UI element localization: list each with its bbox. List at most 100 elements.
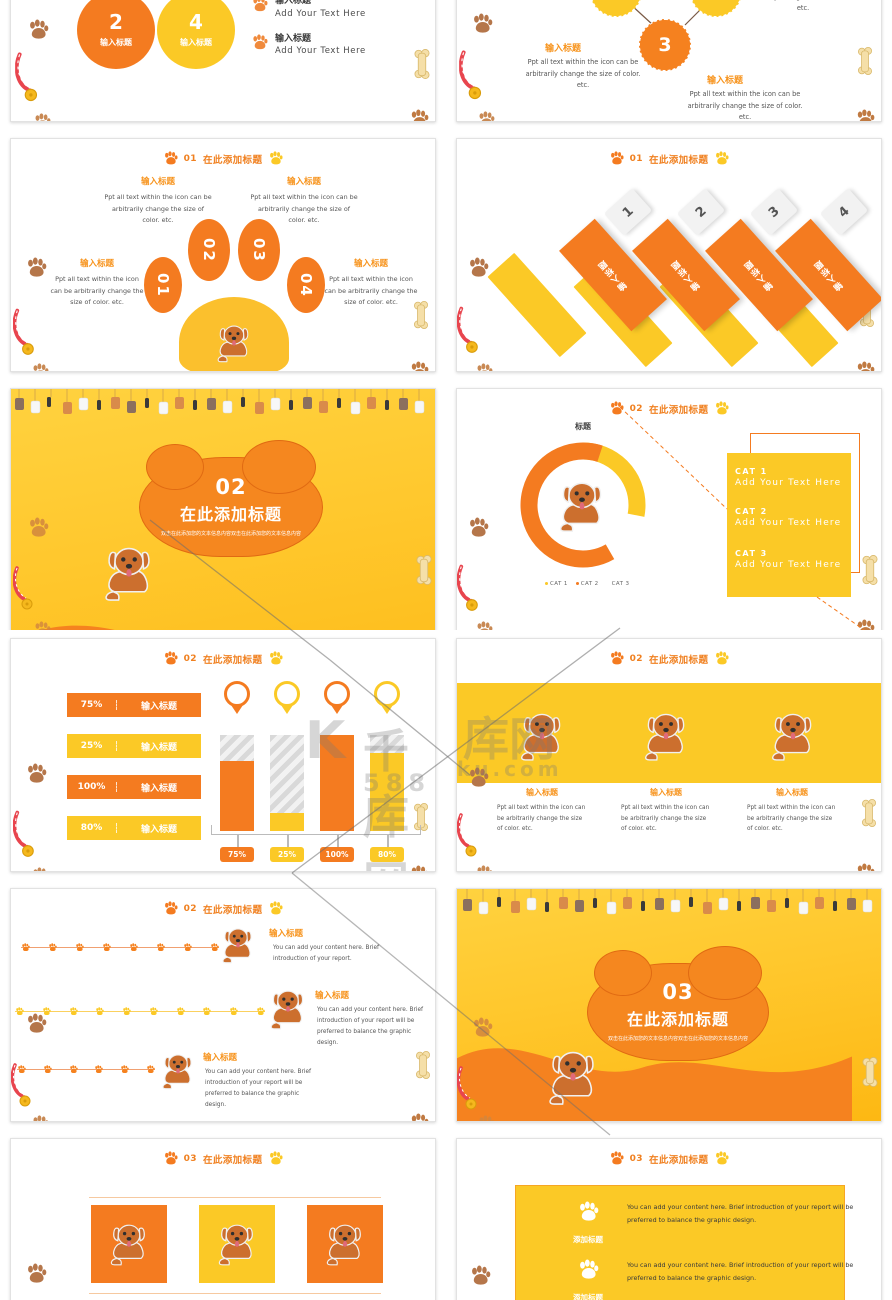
marker-pin[interactable] — [274, 681, 300, 715]
stat-percent: 100% — [67, 782, 117, 792]
timeline-paw-row — [21, 937, 219, 946]
axis-tick — [337, 835, 339, 847]
timeline-paw-row — [17, 1059, 155, 1068]
thumbnail-cell-8[interactable]: 02 在此添加标题 .dg{fill:#8B6F5E;stroke:#f5f5f… — [446, 630, 892, 880]
card-item[interactable]: 添加标题 You can add your content here. Brie… — [565, 1259, 857, 1300]
bar-column[interactable] — [320, 735, 354, 831]
brown-dog-icon: .dg{fill:#CC6F2E;stroke:#f0f0f0;stroke-w… — [325, 1219, 365, 1269]
stat-circle[interactable]: 2 输入标题 — [77, 0, 155, 69]
bar-column[interactable] — [370, 735, 404, 831]
thumbnail-cell-10[interactable]: 03 在此添加标题 双击在此添加您的文本信息内容双击在此添加您的文本信息内容 .… — [446, 880, 892, 1130]
step-number-badge: 1 — [603, 188, 653, 236]
paw-label: 输入标题 Ppt all text within the icon can be… — [323, 257, 419, 309]
item-caption: 添加标题 — [573, 1235, 603, 1244]
timeline-body: You can add your content here. Brief int… — [273, 945, 380, 962]
thumbnail-cell-3[interactable]: 01 在此添加标题 01 02 03 04 输入标题 Ppt all text … — [0, 130, 446, 380]
header-title: 在此添加标题 — [202, 654, 263, 666]
thumbnail-cell-12[interactable]: 03 在此添加标题 添加标题 You can add your content … — [446, 1130, 892, 1300]
thumbnail-cell-11[interactable]: 03 在此添加标题 .dg{fill:#FCFCFC;stroke:#e2e2e… — [0, 1130, 446, 1300]
item-icon-group: 添加标题 — [565, 1259, 611, 1300]
paw-icon — [163, 151, 178, 166]
step-number-badge: 4 — [819, 188, 869, 236]
section-subtitle: 双击在此添加您的文本信息内容双击在此添加您的文本信息内容 — [161, 531, 302, 538]
slide-yellow-cards[interactable]: 03 在此添加标题 添加标题 You can add your content … — [456, 1138, 882, 1300]
slide-tilted-cards[interactable]: 01 在此添加标题 输入标题 1 输入标题 2 输入标题 3 输入标题 4 — [456, 138, 882, 372]
paw-label: 输入标题 Ppt all text within the icon can be… — [249, 175, 359, 227]
list-item[interactable]: 输入标题 Add Your Text Here — [251, 0, 366, 19]
label-title: 输入标题 — [79, 259, 114, 269]
collar-icon — [457, 1065, 491, 1119]
stat-row[interactable]: 25% 输入标题 — [67, 734, 201, 758]
bar-value-label: 25% — [270, 847, 304, 862]
tilted-card-group: 输入标题 1 输入标题 2 输入标题 3 输入标题 4 — [457, 139, 881, 371]
paw-icon — [268, 151, 283, 166]
axis-tick — [387, 835, 389, 847]
marker-pin[interactable] — [324, 681, 350, 715]
step-label: 输入标题 — [669, 257, 703, 293]
stat-row[interactable]: 75% 输入标题 — [67, 693, 201, 717]
thumbnail-cell-6[interactable]: 02 在此添加标题 标题 .dg{fill:#CC6F2E;stroke:#ef… — [446, 380, 892, 630]
image-tile[interactable]: .dg{fill:#CC6F2E;stroke:#f0f0f0;stroke-w… — [307, 1205, 383, 1283]
slide-section-02[interactable]: 02 在此添加标题 双击在此添加您的文本信息内容双击在此添加您的文本信息内容 .… — [10, 388, 436, 630]
slide-header: 03 在此添加标题 — [457, 1151, 881, 1166]
header-title: 在此添加标题 — [648, 1154, 709, 1166]
bar-column[interactable] — [220, 735, 254, 831]
thumbnail-cell-7[interactable]: 02 在此添加标题 75% 输入标题 25% 输入标题 100% 输入标题 80… — [0, 630, 446, 880]
marker-pin[interactable] — [224, 681, 250, 715]
stat-row[interactable]: 80% 输入标题 — [67, 816, 201, 840]
slide-donut-chart[interactable]: 02 在此添加标题 标题 .dg{fill:#CC6F2E;stroke:#ef… — [456, 388, 882, 630]
paw-icon — [31, 1115, 49, 1122]
marker-pin[interactable] — [374, 681, 400, 715]
bar-column[interactable] — [270, 735, 304, 831]
divider — [89, 1293, 381, 1294]
paw-toe[interactable]: 01 — [144, 257, 182, 313]
stat-circle[interactable]: 4 输入标题 — [157, 0, 235, 69]
card-item[interactable]: 添加标题 You can add your content here. Brie… — [565, 1201, 857, 1246]
stat-label: 输入标题 — [100, 38, 132, 47]
paw-icon — [409, 361, 429, 372]
thumbnail-cell-5[interactable]: 02 在此添加标题 双击在此添加您的文本信息内容双击在此添加您的文本信息内容 .… — [0, 380, 446, 630]
section-subtitle: 双击在此添加您的文本信息内容双击在此添加您的文本信息内容 — [608, 1036, 749, 1043]
stat-label: 输入标题 — [180, 38, 212, 47]
thumbnail-cell-9[interactable]: 02 在此添加标题 .dg — [0, 880, 446, 1130]
paw-icon — [409, 1113, 429, 1122]
node-number: 3 — [658, 34, 672, 56]
stat-row[interactable]: 100% 输入标题 — [67, 775, 201, 799]
slide-three-circles[interactable]: 2 4 3 输入标题 Ppt all text within the icon … — [456, 0, 882, 122]
gray-dog-icon: .dg{fill:#8B6F5E;stroke:#efefef;stroke-w… — [103, 541, 155, 605]
stat-label: 输入标题 — [140, 824, 177, 835]
paw-toe[interactable]: 03 — [238, 219, 280, 281]
slide-timeline[interactable]: 02 在此添加标题 .dg — [10, 888, 436, 1122]
slide-section-03[interactable]: 03 在此添加标题 双击在此添加您的文本信息内容双击在此添加您的文本信息内容 .… — [456, 888, 882, 1122]
slide-circles-list[interactable]: 2 输入标题 4 输入标题 输入标题 Add Your Text Here 输入… — [10, 0, 436, 122]
image-tile[interactable]: .dg{fill:#8B6F5E;stroke:#f0f0f0;stroke-w… — [199, 1205, 275, 1283]
bone-icon — [415, 1051, 433, 1081]
thumbnail-cell-4[interactable]: 01 在此添加标题 输入标题 1 输入标题 2 输入标题 3 输入标题 4 — [446, 130, 892, 380]
toe-number: 03 — [250, 237, 268, 263]
thumbnail-cell-2[interactable]: 2 4 3 输入标题 Ppt all text within the icon … — [446, 0, 892, 130]
paw-toe[interactable]: 02 — [188, 219, 230, 281]
feature-list: 输入标题 Add Your Text Here 输入标题 Add Your Te… — [251, 0, 366, 70]
collar-icon — [13, 307, 47, 361]
section-number: 03 — [662, 980, 694, 1005]
bar-value-label: 80% — [370, 847, 404, 862]
timeline-track — [15, 1011, 265, 1012]
gray-dog-icon: .dg{fill:#8B6F5E;stroke:#f5f5f5;stroke-w… — [519, 707, 565, 765]
thumbnail-cell-1[interactable]: 2 输入标题 4 输入标题 输入标题 Add Your Text Here 输入… — [0, 0, 446, 130]
slide-paw-diagram[interactable]: 01 在此添加标题 01 02 03 04 输入标题 Ppt all text … — [10, 138, 436, 372]
slide-bar-chart[interactable]: 02 在此添加标题 75% 输入标题 25% 输入标题 100% 输入标题 80… — [10, 638, 436, 872]
column-title: 输入标题 — [650, 788, 682, 797]
gray-dog-icon: .dg{fill:#8B6F5E;stroke:#efefef;stroke-w… — [547, 1045, 599, 1109]
image-tile[interactable]: .dg{fill:#FCFCFC;stroke:#e2e2e2;stroke-w… — [91, 1205, 167, 1283]
hanging-dogs-banner — [457, 889, 881, 915]
paw-toe[interactable]: 04 — [287, 257, 325, 313]
toe-number: 01 — [154, 272, 172, 298]
slide-image-grid[interactable]: 03 在此添加标题 .dg{fill:#FCFCFC;stroke:#e2e2e… — [10, 1138, 436, 1300]
column-body: Ppt all text within the icon can be arbi… — [621, 805, 710, 833]
hanging-dogs-banner — [11, 389, 435, 415]
slide-three-dogs[interactable]: 02 在此添加标题 .dg{fill:#8B6F5E;stroke:#f5f5f… — [456, 638, 882, 872]
list-item[interactable]: 输入标题 Add Your Text Here — [251, 33, 366, 56]
paw-icon — [163, 901, 178, 916]
gray-dog-icon: .dg{fill:#8B6F5E;stroke:#f0f0f0;stroke-w… — [217, 1219, 257, 1269]
paw-icon — [25, 1013, 47, 1035]
